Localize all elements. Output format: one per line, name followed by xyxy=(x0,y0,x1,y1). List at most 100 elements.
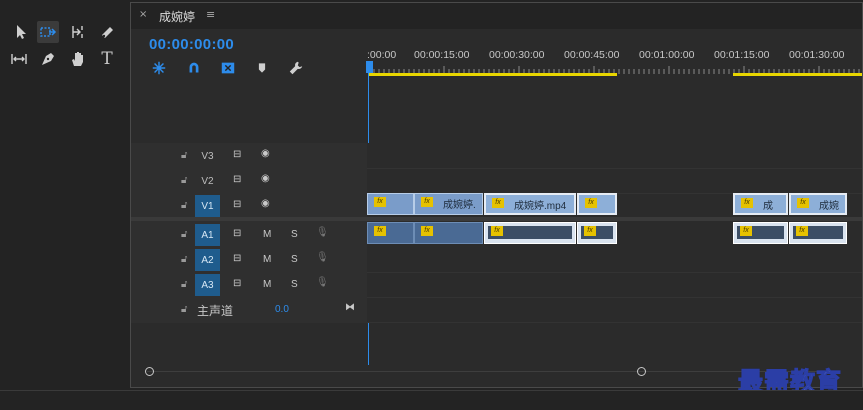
mute-button[interactable]: M xyxy=(263,229,271,240)
selection-tool-icon[interactable] xyxy=(10,21,32,43)
ripple-edit-tool-icon[interactable] xyxy=(67,21,89,43)
ruler-label: 00:01:30:00 xyxy=(789,49,845,61)
solo-button[interactable]: S xyxy=(291,229,298,240)
track-label[interactable]: V3 xyxy=(195,145,220,167)
track-lane-a2[interactable] xyxy=(367,248,862,273)
lock-icon[interactable]: 🔓︎ xyxy=(181,279,187,290)
track-header-master: 🔓︎ 主声道 0.0 ⧓ xyxy=(131,298,367,322)
ruler-label: 00:01:15:00 xyxy=(714,49,770,61)
clip-name: 成婉婷. xyxy=(443,200,476,211)
eye-icon[interactable]: ◉ xyxy=(261,173,270,184)
track-label[interactable]: A3 xyxy=(195,274,220,296)
go-to-end-icon[interactable]: ⧓ xyxy=(345,302,355,313)
fx-badge: fx xyxy=(492,198,504,208)
track-header-a2: 🔓︎ A2 ⊟ M S 🎙︎ xyxy=(131,248,367,272)
hand-tool-icon[interactable] xyxy=(67,48,89,70)
fx-badge: fx xyxy=(741,198,753,208)
eye-icon[interactable]: ◉ xyxy=(261,148,270,159)
track-lane-v1[interactable]: fx fx 成婉婷. fx 成婉婷.mp4 fx fx 成 fx 成婉 xyxy=(367,192,862,216)
sync-lock-icon[interactable]: ⊟ xyxy=(233,174,241,185)
fx-badge: fx xyxy=(491,226,503,236)
lock-icon[interactable]: 🔓︎ xyxy=(181,254,187,265)
sync-lock-icon[interactable]: ⊟ xyxy=(233,278,241,289)
track-label[interactable]: V1 xyxy=(195,195,220,217)
video-clip[interactable]: fx 成婉婷.mp4 xyxy=(484,193,576,215)
eye-icon[interactable]: ◉ xyxy=(261,198,270,209)
master-track-label: 主声道 xyxy=(197,304,234,318)
snap-magnet-icon[interactable] xyxy=(185,59,203,77)
audio-clip[interactable]: fx xyxy=(577,222,617,244)
audio-clip[interactable]: fx xyxy=(733,222,788,244)
horizontal-scrollbar-track[interactable] xyxy=(147,371,837,372)
clip-name: 成婉婷.mp4 xyxy=(514,201,567,212)
audio-clip[interactable]: fx xyxy=(414,222,483,244)
sync-lock-icon[interactable]: ⊟ xyxy=(233,253,241,264)
lock-icon[interactable]: 🔓︎ xyxy=(181,200,187,211)
playhead-handle[interactable] xyxy=(366,61,373,73)
track-header-a3: 🔓︎ A3 ⊟ M S 🎙︎ xyxy=(131,273,367,297)
fx-badge: fx xyxy=(584,226,596,236)
sequence-tab[interactable]: × 成婉婷 ≡ xyxy=(131,3,862,29)
mute-button[interactable]: M xyxy=(263,254,271,265)
work-area-bar[interactable] xyxy=(733,73,862,76)
slip-tool-icon[interactable] xyxy=(8,48,30,70)
video-clip[interactable]: fx 成 xyxy=(733,193,788,215)
ruler-label: :00:00 xyxy=(367,49,397,61)
audio-clip[interactable]: fx xyxy=(789,222,847,244)
track-label[interactable]: A2 xyxy=(195,249,220,271)
close-tab-icon[interactable]: × xyxy=(139,9,147,20)
track-lane-master[interactable] xyxy=(367,298,862,323)
fx-badge: fx xyxy=(421,197,433,207)
track-lane-v2[interactable] xyxy=(367,169,862,194)
playhead-timecode[interactable]: 00:00:00:00 xyxy=(149,36,234,53)
sync-lock-icon[interactable]: ⊟ xyxy=(233,228,241,239)
solo-button[interactable]: S xyxy=(291,254,298,265)
mute-button[interactable]: M xyxy=(263,279,271,290)
video-clip[interactable]: fx xyxy=(367,193,414,215)
lock-icon[interactable]: 🔓︎ xyxy=(181,229,187,240)
track-lane-a1[interactable]: fx fx fx fx fx fx xyxy=(367,221,862,245)
track-label[interactable]: V2 xyxy=(195,170,220,192)
clip-name: 成婉 xyxy=(819,201,839,212)
tools-panel: T xyxy=(0,0,128,390)
wrench-settings-icon[interactable] xyxy=(287,59,305,77)
fx-badge: fx xyxy=(796,226,808,236)
master-volume-value[interactable]: 0.0 xyxy=(275,304,289,315)
audio-clip[interactable]: fx xyxy=(367,222,414,244)
panel-menu-icon[interactable]: ≡ xyxy=(206,8,215,21)
scrollbar-right-handle[interactable] xyxy=(637,367,646,376)
sync-lock-icon[interactable]: ⊟ xyxy=(233,149,241,160)
microphone-icon[interactable]: 🎙︎ xyxy=(316,277,329,288)
fx-badge: fx xyxy=(797,198,809,208)
ruler-label: 00:00:30:00 xyxy=(489,49,545,61)
track-header-a1: 🔓︎ A1 ⊟ M S 🎙︎ xyxy=(131,223,367,247)
pen-tool-icon[interactable] xyxy=(37,48,59,70)
lock-icon[interactable]: 🔓︎ xyxy=(181,304,187,315)
microphone-icon[interactable]: 🎙︎ xyxy=(316,252,329,263)
type-tool-icon[interactable]: T xyxy=(96,48,118,70)
lock-icon[interactable]: 🔓︎ xyxy=(181,150,187,161)
scrollbar-left-handle[interactable] xyxy=(145,367,154,376)
solo-button[interactable]: S xyxy=(291,279,298,290)
track-label[interactable]: A1 xyxy=(195,224,220,246)
linked-selection-icon[interactable] xyxy=(219,59,237,77)
nest-sequence-icon[interactable] xyxy=(150,59,168,77)
track-header-v2: 🔓︎ V2 ⊟ ◉ xyxy=(131,169,367,193)
track-lane-v3[interactable] xyxy=(367,144,862,169)
work-area-bar[interactable] xyxy=(369,73,617,76)
ruler-label: 00:00:15:00 xyxy=(414,49,470,61)
razor-tool-icon[interactable] xyxy=(96,21,118,43)
fx-badge: fx xyxy=(740,226,752,236)
video-clip[interactable]: fx 成婉婷. xyxy=(414,193,483,215)
microphone-icon[interactable]: 🎙︎ xyxy=(316,227,329,238)
lock-icon[interactable]: 🔓︎ xyxy=(181,175,187,186)
video-clip[interactable]: fx 成婉 xyxy=(789,193,847,215)
video-clip[interactable]: fx xyxy=(577,193,617,215)
timeline-panel: × 成婉婷 ≡ 00:00:00:00 :00:00 00:00:15:00 0… xyxy=(130,2,863,388)
track-select-tool-icon[interactable] xyxy=(37,21,59,43)
audio-clip[interactable]: fx xyxy=(484,222,576,244)
add-marker-icon[interactable] xyxy=(253,59,271,77)
sync-lock-icon[interactable]: ⊟ xyxy=(233,199,241,210)
sequence-title[interactable]: 成婉婷 xyxy=(159,8,195,25)
track-lane-a3[interactable] xyxy=(367,273,862,298)
